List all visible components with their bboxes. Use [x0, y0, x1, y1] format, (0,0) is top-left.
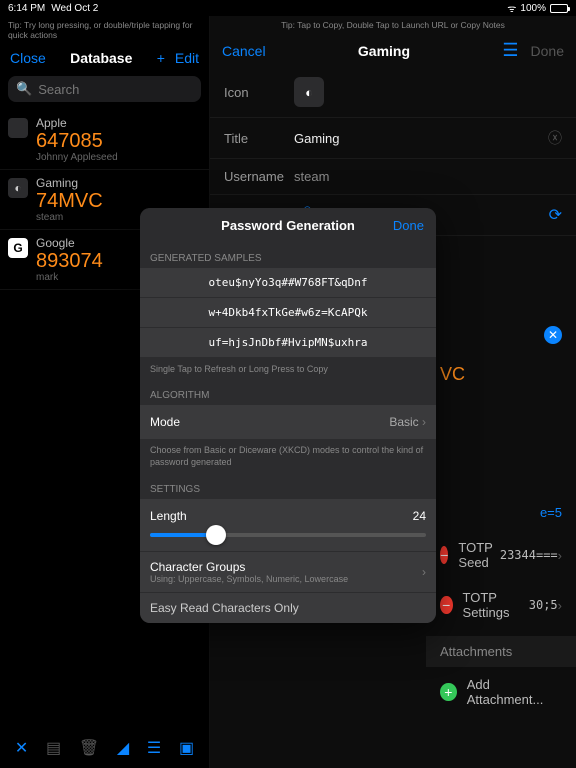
generated-samples-header: GENERATED SAMPLES	[140, 243, 436, 268]
add-attachment-row[interactable]: + Add Attachment...	[440, 667, 562, 717]
title-value[interactable]: Gaming	[294, 131, 548, 146]
apple-icon	[8, 118, 28, 138]
clear-icon[interactable]: ⓧ	[548, 128, 562, 148]
edit-button[interactable]: Edit	[175, 50, 199, 66]
mode-row[interactable]: Mode Basic ›	[140, 405, 436, 439]
username-value[interactable]: steam	[294, 169, 562, 184]
totp-settings-value: 30;5	[529, 598, 558, 612]
entry-code: 647085	[36, 130, 201, 152]
totp-settings-label: TOTP Settings	[463, 590, 522, 620]
entry-title: Apple	[36, 116, 201, 130]
length-slider[interactable]	[150, 533, 426, 537]
icon-row[interactable]: Icon ◐	[210, 67, 576, 118]
remove-icon[interactable]: ✕	[544, 326, 562, 344]
status-bar: 6:14 PM Wed Oct 2 ᯤ 100%	[0, 0, 576, 16]
battery-icon	[550, 4, 568, 13]
folder-icon[interactable]: ▤	[46, 738, 61, 758]
trash-icon[interactable]: 🗑	[79, 738, 99, 758]
chevron-right-icon: ›	[422, 565, 426, 579]
minus-icon[interactable]: −	[440, 596, 453, 614]
reorder-icon[interactable]: ☰	[502, 40, 518, 61]
archive-icon[interactable]: ▣	[179, 738, 194, 758]
chargroups-sub: Using: Uppercase, Symbols, Numeric, Lowe…	[150, 574, 422, 584]
code-partial: VC	[440, 364, 465, 385]
tools-icon[interactable]: ✕	[15, 738, 28, 758]
mode-hint: Choose from Basic or Diceware (XKCD) mod…	[140, 439, 436, 474]
behind-modal: ✕ VC e=5 − TOTP Seed 23344=== › − TOTP S…	[440, 316, 562, 717]
chevron-right-icon: ›	[558, 548, 562, 563]
detail-title: Gaming	[358, 43, 410, 59]
settings-header: SETTINGS	[140, 474, 436, 499]
sidebar-header: Close Database + Edit	[0, 44, 209, 72]
mode-label: Mode	[150, 415, 180, 429]
title-row[interactable]: Title Gaming ⓧ	[210, 118, 576, 159]
add-button[interactable]: +	[157, 50, 165, 66]
field-partial: e=5	[440, 495, 562, 530]
sample-2[interactable]: w+4Dkb4fxTkGe#w6z=KcAPQk	[140, 298, 436, 328]
search-placeholder: Search	[38, 82, 79, 97]
battery-percent: 100%	[520, 3, 546, 14]
length-row: Length 24	[140, 499, 436, 551]
sidebar-title: Database	[70, 50, 132, 66]
list-icon[interactable]: ☰	[147, 738, 161, 758]
entry-icon-preview: ◐	[294, 77, 324, 107]
close-button[interactable]: Close	[10, 50, 46, 66]
modal-done-button[interactable]: Done	[393, 218, 424, 233]
google-icon: G	[8, 238, 28, 258]
totp-seed-row[interactable]: − TOTP Seed 23344=== ›	[440, 530, 562, 580]
entry-title: Gaming	[36, 176, 201, 190]
chevron-right-icon: ›	[422, 415, 426, 429]
slider-knob[interactable]	[206, 525, 226, 545]
sort-icon[interactable]: ◢	[117, 738, 129, 758]
length-label: Length	[150, 509, 187, 523]
refresh-icon[interactable]: ⟳	[549, 205, 562, 225]
detail-header: Cancel Gaming ☰ Done	[210, 34, 576, 67]
wifi-icon: ᯤ	[507, 1, 516, 15]
search-input[interactable]: 🔍 Search	[8, 76, 201, 102]
sidebar-tip: Tip: Try long pressing, or double/triple…	[0, 16, 209, 44]
character-groups-row[interactable]: Character Groups Using: Uppercase, Symbo…	[140, 551, 436, 592]
totp-seed-value: 23344===	[500, 548, 558, 562]
chargroups-label: Character Groups	[150, 560, 422, 574]
sidebar-toolbar: ✕ ▤ 🗑 ◢ ☰ ▣	[0, 728, 209, 768]
steam-icon: ◐	[8, 178, 28, 198]
totp-settings-row[interactable]: − TOTP Settings 30;5 ›	[440, 580, 562, 630]
attachments-header: Attachments	[426, 636, 576, 667]
length-value: 24	[413, 509, 426, 523]
modal-title: Password Generation	[221, 218, 355, 233]
title-label: Title	[224, 131, 294, 146]
entry-sub: Johnny Appleseed	[36, 152, 201, 163]
sample-hint: Single Tap to Refresh or Long Press to C…	[140, 358, 436, 380]
chevron-right-icon: ›	[558, 598, 562, 613]
search-icon: 🔍	[16, 81, 32, 97]
add-attachment-label: Add Attachment...	[467, 677, 562, 707]
icon-label: Icon	[224, 85, 294, 100]
status-time: 6:14 PM	[8, 3, 45, 14]
username-label: Username	[224, 169, 294, 184]
cancel-button[interactable]: Cancel	[222, 43, 266, 59]
sample-1[interactable]: oteu$nyYo3q##W768FT&qDnf	[140, 268, 436, 298]
modal-header: Password Generation Done	[140, 208, 436, 243]
minus-icon[interactable]: −	[440, 546, 448, 564]
username-row[interactable]: Username steam	[210, 159, 576, 195]
entry-apple[interactable]: Apple 647085 Johnny Appleseed	[0, 110, 209, 170]
status-date: Wed Oct 2	[51, 3, 98, 14]
sample-3[interactable]: uf=hjsJnDbf#HvipMN$uxhra	[140, 328, 436, 358]
done-button-disabled: Done	[531, 43, 564, 59]
algorithm-header: ALGORITHM	[140, 380, 436, 405]
detail-tip: Tip: Tap to Copy, Double Tap to Launch U…	[210, 16, 576, 34]
password-generation-modal: Password Generation Done GENERATED SAMPL…	[140, 208, 436, 623]
easy-read-row[interactable]: Easy Read Characters Only	[140, 592, 436, 623]
totp-seed-label: TOTP Seed	[458, 540, 492, 570]
plus-icon[interactable]: +	[440, 683, 457, 701]
mode-value: Basic	[389, 415, 418, 429]
